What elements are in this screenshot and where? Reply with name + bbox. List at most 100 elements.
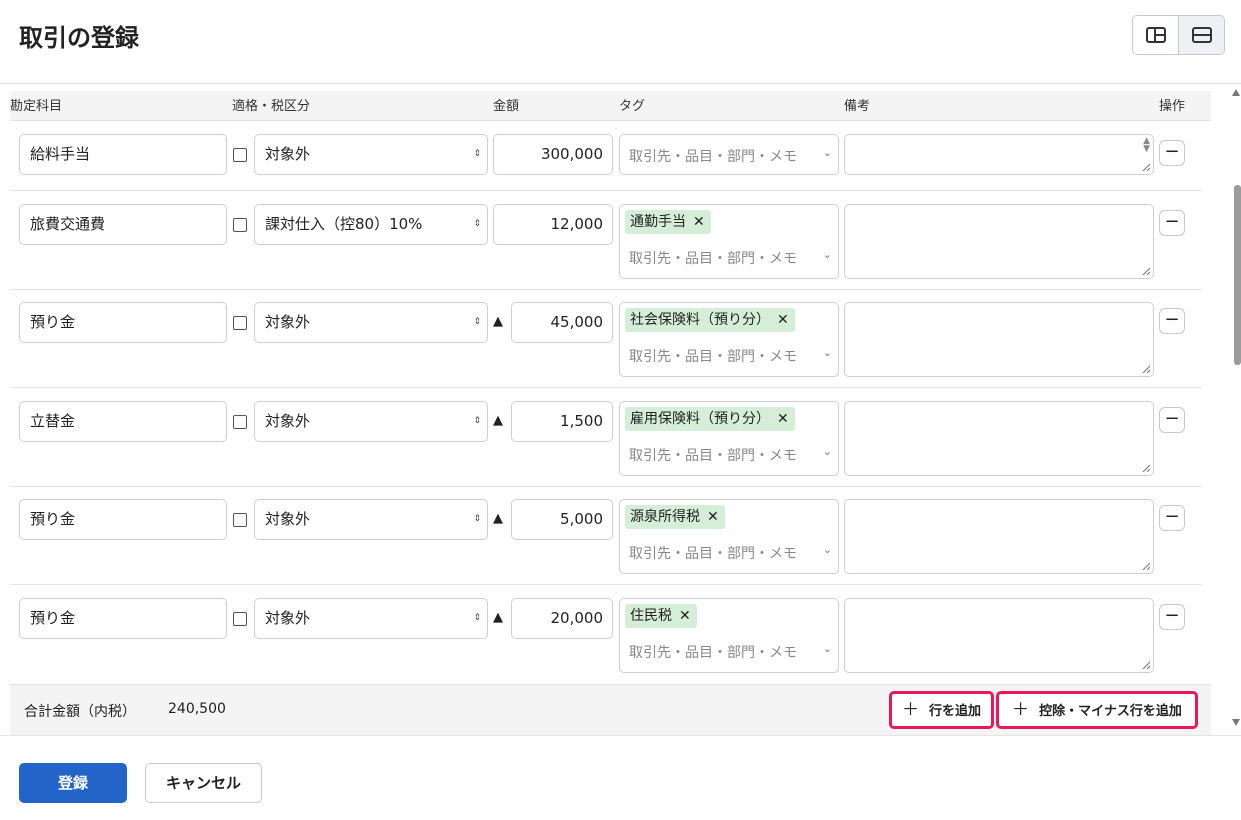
amount-field[interactable]: 45,000 <box>511 302 613 343</box>
scrollbar[interactable] <box>1230 84 1241 734</box>
amount-field[interactable]: 300,000 <box>493 134 613 175</box>
submit-button[interactable]: 登録 <box>19 763 127 803</box>
scroll-down-icon[interactable] <box>1232 719 1240 726</box>
chevron-down-icon: ⌄ <box>822 346 832 359</box>
table-row: 預り金 対象外 ⇕ ▲ 5,000 源泉所得税 ✕ 取引先・品目・部門・メモ ⌄ − <box>10 487 1202 585</box>
page-title: 取引の登録 <box>19 24 139 52</box>
remove-row-button[interactable]: − <box>1159 308 1185 334</box>
tax-select[interactable]: 対象外 ⇕ <box>254 499 488 540</box>
scroll-up-icon[interactable] <box>1232 89 1240 96</box>
remove-row-button[interactable]: − <box>1159 210 1185 236</box>
tag-placeholder: 取引先・品目・部門・メモ <box>629 448 797 464</box>
tax-select[interactable]: 対象外 ⇕ <box>254 134 488 175</box>
qualified-checkbox[interactable] <box>233 513 247 527</box>
tag-chip: 雇用保険料（預り分） ✕ <box>625 407 795 431</box>
qualified-checkbox[interactable] <box>233 316 247 330</box>
close-icon[interactable]: ✕ <box>693 214 705 230</box>
memo-textarea[interactable] <box>844 598 1154 673</box>
account-field[interactable]: 立替金 <box>19 401 227 442</box>
select-arrows-icon: ⇕ <box>473 317 481 327</box>
table-row: 預り金 対象外 ⇕ ▲ 45,000 社会保険料（預り分） ✕ 取引先・品目・部門・… <box>10 290 1202 388</box>
tag-select[interactable]: 通勤手当 ✕ 取引先・品目・部門・メモ ⌄ <box>619 204 839 279</box>
col-memo-header: 備考 <box>844 99 871 114</box>
tag-chip-label: 通勤手当 <box>630 214 686 230</box>
remove-row-button[interactable]: − <box>1159 140 1185 166</box>
resize-grip-icon[interactable] <box>1141 162 1150 171</box>
account-field[interactable]: 旅費交通費 <box>19 204 227 245</box>
tag-placeholder: 取引先・品目・部門・メモ <box>629 251 797 267</box>
tag-chip-label: 社会保険料（預り分） <box>630 312 770 328</box>
spinner-icon: ▲ ▼ <box>1143 136 1150 154</box>
tag-placeholder: 取引先・品目・部門・メモ <box>629 349 797 365</box>
tax-select[interactable]: 対象外 ⇕ <box>254 401 488 442</box>
add-row-button[interactable]: ＋ 行を追加 <box>889 691 994 729</box>
tag-placeholder: 取引先・品目・部門・メモ <box>629 645 797 661</box>
cancel-button[interactable]: キャンセル <box>145 763 262 803</box>
tag-select[interactable]: 社会保険料（預り分） ✕ 取引先・品目・部門・メモ ⌄ <box>619 302 839 377</box>
qualified-checkbox[interactable] <box>233 148 247 162</box>
select-arrows-icon: ⇕ <box>473 416 481 426</box>
col-tax-header: 適格・税区分 <box>232 99 311 114</box>
tax-select[interactable]: 対象外 ⇕ <box>254 598 488 639</box>
memo-textarea[interactable] <box>844 204 1154 279</box>
amount-field[interactable]: 5,000 <box>511 499 613 540</box>
tag-select[interactable]: 源泉所得税 ✕ 取引先・品目・部門・メモ ⌄ <box>619 499 839 574</box>
close-icon[interactable]: ✕ <box>777 411 789 427</box>
tax-select-value: 対象外 <box>265 510 311 528</box>
col-tag-header: タグ <box>619 99 646 114</box>
resize-grip-icon[interactable] <box>1141 266 1150 275</box>
resize-grip-icon[interactable] <box>1141 463 1150 472</box>
view-split-horizontal-button[interactable] <box>1178 16 1224 54</box>
tag-chip-label: 住民税 <box>630 608 672 624</box>
tag-select[interactable]: 雇用保険料（預り分） ✕ 取引先・品目・部門・メモ ⌄ <box>619 401 839 476</box>
memo-textarea[interactable] <box>844 499 1154 574</box>
table-header: 勘定科目 適格・税区分 金額 タグ 備考 操作 <box>10 91 1211 121</box>
scrollbar-thumb[interactable] <box>1234 185 1241 365</box>
amount-field[interactable]: 20,000 <box>511 598 613 639</box>
chevron-down-icon: ⌄ <box>822 543 832 556</box>
account-field[interactable]: 給料手当 <box>19 134 227 175</box>
footer-divider <box>0 735 1241 736</box>
close-icon[interactable]: ✕ <box>707 509 719 525</box>
view-toggle <box>1132 15 1225 55</box>
resize-grip-icon[interactable] <box>1141 660 1150 669</box>
minus-triangle-icon: ▲ <box>493 511 503 526</box>
tag-select[interactable]: 住民税 ✕ 取引先・品目・部門・メモ ⌄ <box>619 598 839 673</box>
memo-textarea[interactable]: ▲ ▼ <box>844 134 1154 175</box>
tax-select-value: 課対仕入（控80）10% <box>265 215 423 233</box>
remove-row-button[interactable]: − <box>1159 505 1185 531</box>
memo-textarea[interactable] <box>844 302 1154 377</box>
tax-select[interactable]: 対象外 ⇕ <box>254 302 488 343</box>
chevron-down-icon: ⌄ <box>822 146 832 159</box>
account-field[interactable]: 預り金 <box>19 302 227 343</box>
tag-chip: 住民税 ✕ <box>625 604 697 628</box>
col-ops-header: 操作 <box>1159 99 1186 114</box>
close-icon[interactable]: ✕ <box>777 312 789 328</box>
memo-textarea[interactable] <box>844 401 1154 476</box>
tax-select[interactable]: 課対仕入（控80）10% ⇕ <box>254 204 488 245</box>
chevron-down-icon: ⌄ <box>822 642 832 655</box>
tag-select[interactable]: 取引先・品目・部門・メモ ⌄ <box>619 134 839 175</box>
total-value: 240,500 <box>168 701 226 717</box>
close-icon[interactable]: ✕ <box>679 608 691 624</box>
account-field[interactable]: 預り金 <box>19 598 227 639</box>
chevron-down-icon: ⌄ <box>822 248 832 261</box>
view-split-vertical-button[interactable] <box>1133 16 1178 54</box>
amount-field[interactable]: 12,000 <box>493 204 613 245</box>
qualified-checkbox[interactable] <box>233 415 247 429</box>
resize-grip-icon[interactable] <box>1141 364 1150 373</box>
remove-row-button[interactable]: − <box>1159 604 1185 630</box>
add-deduction-row-button[interactable]: ＋ 控除・マイナス行を追加 <box>996 691 1198 729</box>
account-field[interactable]: 預り金 <box>19 499 227 540</box>
qualified-checkbox[interactable] <box>233 218 247 232</box>
tag-chip-label: 源泉所得税 <box>630 509 700 525</box>
plus-icon: ＋ <box>901 700 919 720</box>
resize-grip-icon[interactable] <box>1141 561 1150 570</box>
table-row: 立替金 対象外 ⇕ ▲ 1,500 雇用保険料（預り分） ✕ 取引先・品目・部門・メ… <box>10 388 1202 487</box>
remove-row-button[interactable]: − <box>1159 407 1185 433</box>
qualified-checkbox[interactable] <box>233 612 247 626</box>
minus-triangle-icon: ▲ <box>493 413 503 428</box>
amount-field[interactable]: 1,500 <box>511 401 613 442</box>
select-arrows-icon: ⇕ <box>473 613 481 623</box>
split-horizontal-icon <box>1191 27 1212 43</box>
